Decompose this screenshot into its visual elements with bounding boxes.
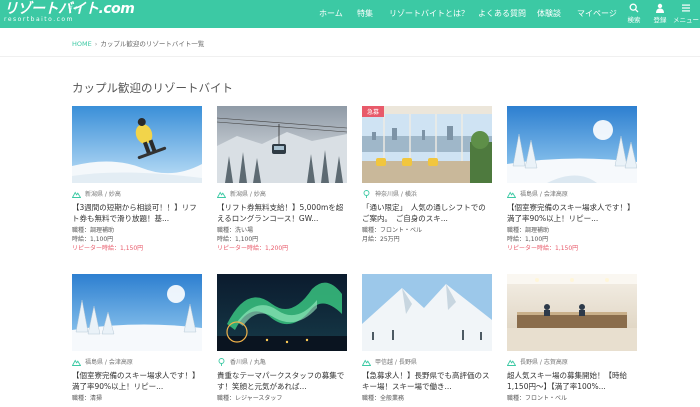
job-wage: 月給：25万円 xyxy=(362,236,400,243)
hotel-lounge-image xyxy=(362,106,492,183)
job-card[interactable]: 福島県 / 会津高原 【個室寮完備のスキー場求人です！】満了率90%以上！リピー… xyxy=(507,106,637,253)
job-type: 職種：フロント・ベル xyxy=(362,227,423,234)
job-title[interactable]: 【個室寮完備のスキー場求人です！】満了率90%以上！リピー... xyxy=(72,371,202,392)
breadcrumb-separator: › xyxy=(94,40,98,48)
logo-tag-text: ダイブ xyxy=(68,6,82,12)
mountain-icon xyxy=(217,190,226,198)
job-card[interactable]: 長野県 / 志賀高原 超人気スキー場の募集開始！【時給1,150円～】【満了率1… xyxy=(507,274,637,403)
job-type: 職種：レジャースタッフ xyxy=(217,395,283,402)
job-title[interactable]: 超人気スキー場の募集開始！【時給1,150円～】【満了率100%... xyxy=(507,371,637,392)
mountain-icon xyxy=(362,358,371,366)
register-button[interactable]: 登録 xyxy=(647,3,673,24)
nav-special[interactable]: 特集 xyxy=(357,0,373,28)
site-logo[interactable]: リゾートバイト.com resortbaito.com ダイブ xyxy=(4,2,135,24)
mountain-icon xyxy=(507,358,516,366)
job-location-text: 新潟県 / 妙高 xyxy=(230,191,266,198)
nav-about[interactable]: リゾートバイトとは？ xyxy=(389,0,469,28)
job-wage: 時給：1,100円 xyxy=(217,236,259,243)
job-type: 職種：全般業務 xyxy=(362,395,405,402)
job-location-text: 福島県 / 会津高原 xyxy=(85,359,133,366)
job-card[interactable]: 新潟県 / 妙高 【リフト券無料支給！】5,000mを超えるロングランコース！G… xyxy=(217,106,347,253)
site-header: リゾートバイト.com resortbaito.com ダイブ ホーム 特集 リ… xyxy=(0,0,700,28)
job-repeat-wage: リピーター時給：1,200円 xyxy=(217,245,289,252)
snowboarder-image xyxy=(72,106,202,183)
job-title[interactable]: 貴重なテーマパークスタッフの募集です！笑顔と元気があれば... xyxy=(217,371,347,392)
job-card-image[interactable] xyxy=(362,274,492,351)
menu-label: メニュー xyxy=(673,16,699,24)
nav-home[interactable]: ホーム xyxy=(319,0,343,28)
job-card[interactable]: 福島県 / 会津高原 【個室寮完備のスキー場求人です！】満了率90%以上！リピー… xyxy=(72,274,202,403)
job-location-text: 新潟県 / 妙高 xyxy=(85,191,121,198)
job-card-image[interactable] xyxy=(507,106,637,183)
job-card-image[interactable] xyxy=(72,106,202,183)
user-icon xyxy=(656,3,664,13)
job-location: 甲信越 / 長野県 xyxy=(362,357,492,366)
job-card[interactable]: 急募 神奈川県 / 横浜 「通い限定」 人気の通しシフトでのご案内。 ご自身のス… xyxy=(362,106,492,244)
job-title[interactable]: 【急募求人！】長野県でも高評価のスキー場！スキー場で働き... xyxy=(362,371,492,392)
job-wage: 時給：1,100円 xyxy=(72,236,114,243)
mountain-icon xyxy=(507,190,516,198)
job-location: 新潟県 / 妙高 xyxy=(72,189,202,198)
job-wage: 時給：1,100円 xyxy=(507,236,549,243)
menu-button[interactable]: メニュー xyxy=(673,3,699,24)
breadcrumb: HOME › カップル歓迎のリゾートバイト一覧 xyxy=(72,38,204,48)
job-type: 職種：調理補助 xyxy=(72,227,115,234)
search-icon xyxy=(629,3,639,13)
snowy-trees-image xyxy=(72,274,202,351)
mountain-icon xyxy=(72,358,81,366)
snowy-trees-image xyxy=(507,106,637,183)
job-location: 新潟県 / 妙高 xyxy=(217,189,347,198)
search-label: 検索 xyxy=(627,16,641,24)
header-divider xyxy=(0,56,700,57)
job-location-text: 香川県 / 丸亀 xyxy=(230,359,266,366)
job-card-image[interactable] xyxy=(507,274,637,351)
job-type: 職種：清掃 xyxy=(72,395,103,402)
job-location-text: 長野県 / 志賀高原 xyxy=(520,359,568,366)
hotel-lobby-image xyxy=(507,274,637,351)
job-type: 職種：フロント・ベル xyxy=(507,395,568,402)
urgent-badge: 急募 xyxy=(362,106,385,117)
nav-mypage[interactable]: マイページ xyxy=(577,0,617,28)
job-card-image[interactable] xyxy=(72,274,202,351)
job-location-text: 神奈川県 / 横浜 xyxy=(375,191,417,198)
job-location: 福島県 / 会津高原 xyxy=(507,189,637,198)
job-repeat-wage: リピーター時給：1,150円 xyxy=(507,245,579,252)
job-location-text: 甲信越 / 長野県 xyxy=(375,359,417,366)
page-title: カップル歓迎のリゾートバイト xyxy=(72,81,233,95)
job-location: 福島県 / 会津高原 xyxy=(72,357,202,366)
job-title[interactable]: 【個室寮完備のスキー場求人です！】満了率90%以上！リピー... xyxy=(507,203,637,224)
job-title[interactable]: 「通い限定」 人気の通しシフトでのご案内。 ご自身のスキ... xyxy=(362,203,492,224)
job-card[interactable]: 香川県 / 丸亀 貴重なテーマパークスタッフの募集です！笑顔と元気があれば...… xyxy=(217,274,347,403)
breadcrumb-home[interactable]: HOME xyxy=(72,40,92,48)
tree-icon xyxy=(363,189,370,198)
mountain-icon xyxy=(72,190,81,198)
logo-sub-text: resortbaito.com xyxy=(4,16,74,23)
breadcrumb-current: カップル歓迎のリゾートバイト一覧 xyxy=(100,40,205,48)
search-button[interactable]: 検索 xyxy=(621,3,647,24)
register-label: 登録 xyxy=(653,16,667,24)
job-type: 職種：洗い場 xyxy=(217,227,254,234)
job-location: 香川県 / 丸亀 xyxy=(217,357,347,366)
job-location-text: 福島県 / 会津高原 xyxy=(520,191,568,198)
job-type: 職種：調理補助 xyxy=(507,227,550,234)
job-card-image[interactable] xyxy=(217,106,347,183)
job-card[interactable]: 甲信越 / 長野県 【急募求人！】長野県でも高評価のスキー場！スキー場で働き..… xyxy=(362,274,492,403)
aurora-image xyxy=(217,274,347,351)
ski-mountain-image xyxy=(362,274,492,351)
ropeway-image xyxy=(217,106,347,183)
job-title[interactable]: 【リフト券無料支給！】5,000mを超えるロングランコース！GW... xyxy=(217,203,347,224)
job-title[interactable]: 【3週間の短期から相談可！！】リフト券も無料で滑り放題！基... xyxy=(72,203,202,224)
nav-faq[interactable]: よくある質問 xyxy=(478,0,526,28)
nav-stories[interactable]: 体験談 xyxy=(537,0,561,28)
job-location: 長野県 / 志賀高原 xyxy=(507,357,637,366)
job-location: 神奈川県 / 横浜 xyxy=(362,189,492,198)
tree-icon xyxy=(218,357,225,366)
job-card-image[interactable] xyxy=(217,274,347,351)
hamburger-icon xyxy=(682,4,690,12)
job-card-image[interactable]: 急募 xyxy=(362,106,492,183)
job-card[interactable]: 新潟県 / 妙高 【3週間の短期から相談可！！】リフト券も無料で滑り放題！基..… xyxy=(72,106,202,253)
job-repeat-wage: リピーター時給：1,150円 xyxy=(72,245,144,252)
